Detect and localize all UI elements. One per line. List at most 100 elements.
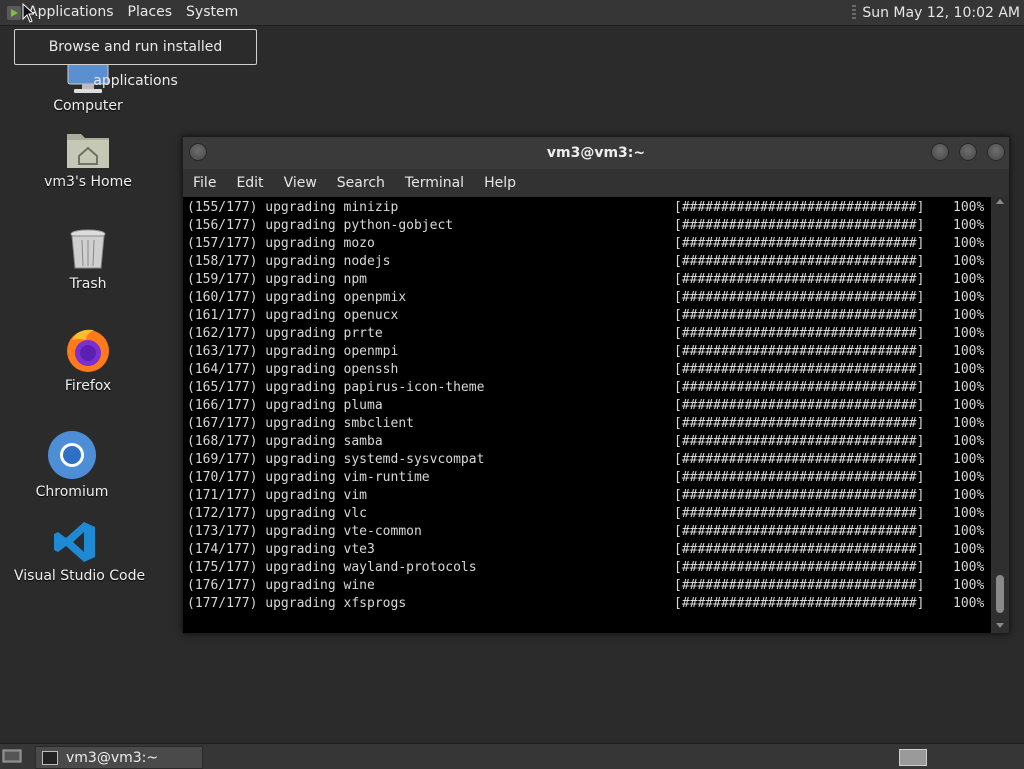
- terminal-line: (175/177) upgrading wayland-protocols [##…: [183, 559, 991, 577]
- terminal-line: (161/177) upgrading openucx [############…: [183, 307, 991, 325]
- terminal-output[interactable]: (155/177) upgrading minizip [############…: [183, 197, 991, 633]
- progress-percent: 100%: [953, 416, 985, 431]
- terminal-line-text: (169/177) upgrading systemd-sysvcompat: [187, 452, 485, 467]
- progress-percent: 100%: [953, 524, 985, 539]
- desktop-icon-chromium[interactable]: Chromium: [26, 430, 118, 500]
- terminal-line-text: (163/177) upgrading openmpi: [187, 344, 399, 359]
- progress-bar-text: [##############################]: [674, 362, 925, 377]
- terminal-window[interactable]: vm3@vm3:~ File Edit View Search Terminal…: [182, 136, 1010, 634]
- terminal-line-text: (159/177) upgrading npm: [187, 272, 368, 287]
- terminal-line: (170/177) upgrading vim-runtime [########…: [183, 469, 991, 487]
- scrollbar-thumb[interactable]: [996, 575, 1004, 613]
- terminal-line-text: (174/177) upgrading vte3: [187, 542, 375, 557]
- taskbar-button-terminal[interactable]: vm3@vm3:~: [35, 746, 203, 769]
- menu-places[interactable]: Places: [121, 0, 180, 25]
- panel-right-area: Sun May 12, 10:02 AM: [846, 0, 1024, 25]
- menu-view[interactable]: View: [274, 175, 327, 191]
- progress-percent: 100%: [953, 596, 985, 611]
- terminal-line: (157/177) upgrading mozo [###############…: [183, 235, 991, 253]
- progress-percent: 100%: [953, 200, 985, 215]
- desktop-icon-vscode[interactable]: Visual Studio Code: [14, 520, 146, 584]
- window-titlebar[interactable]: vm3@vm3:~: [183, 137, 1009, 169]
- scroll-down-icon[interactable]: [996, 623, 1004, 628]
- progress-percent: 100%: [953, 218, 985, 233]
- terminal-line-text: (155/177) upgrading minizip: [187, 200, 399, 215]
- desktop-icon-label: Trash: [69, 276, 107, 292]
- mouse-cursor-icon: [22, 3, 34, 23]
- minimize-icon[interactable]: [931, 143, 949, 161]
- progress-bar-text: [##############################]: [674, 200, 925, 215]
- progress-bar-text: [##############################]: [674, 542, 925, 557]
- home-folder-icon: [42, 128, 134, 170]
- progress-bar-text: [##############################]: [674, 488, 925, 503]
- firefox-icon: [42, 326, 134, 374]
- terminal-line-text: (160/177) upgrading openpmix: [187, 290, 407, 305]
- terminal-line-text: (177/177) upgrading xfsprogs: [187, 596, 407, 611]
- menu-help[interactable]: Help: [474, 175, 526, 191]
- progress-bar-text: [##############################]: [674, 434, 925, 449]
- terminal-line: (163/177) upgrading openmpi [############…: [183, 343, 991, 361]
- close-icon[interactable]: [987, 143, 1005, 161]
- menu-applications[interactable]: Applications: [21, 0, 121, 25]
- desktop-icon-home[interactable]: vm3's Home: [42, 128, 134, 190]
- menu-terminal[interactable]: Terminal: [395, 175, 474, 191]
- terminal-line-text: (164/177) upgrading openssh: [187, 362, 399, 377]
- window-title: vm3@vm3:~: [546, 145, 646, 161]
- progress-bar-text: [##############################]: [674, 326, 925, 341]
- show-desktop-icon[interactable]: [2, 748, 22, 764]
- progress-bar-text: [##############################]: [674, 470, 925, 485]
- workspace-switcher[interactable]: [899, 749, 927, 766]
- terminal-line: (171/177) upgrading vim [################…: [183, 487, 991, 505]
- chromium-icon: [26, 430, 118, 480]
- progress-bar-text: [##############################]: [674, 452, 925, 467]
- trash-icon: [42, 228, 134, 272]
- progress-percent: 100%: [953, 380, 985, 395]
- terminal-line: (174/177) upgrading vte3 [###############…: [183, 541, 991, 559]
- progress-bar-text: [##############################]: [674, 272, 925, 287]
- terminal-line: (160/177) upgrading openpmix [###########…: [183, 289, 991, 307]
- terminal-line-text: (162/177) upgrading prrte: [187, 326, 383, 341]
- menu-file[interactable]: File: [183, 175, 226, 191]
- progress-percent: 100%: [953, 254, 985, 269]
- progress-bar-text: [##############################]: [674, 380, 925, 395]
- progress-percent: 100%: [953, 470, 985, 485]
- desktop-icon-trash[interactable]: Trash: [42, 228, 134, 292]
- terminal-line-text: (157/177) upgrading mozo: [187, 236, 375, 251]
- window-menu-icon[interactable]: [189, 143, 207, 161]
- progress-percent: 100%: [953, 272, 985, 287]
- progress-bar-text: [##############################]: [674, 596, 925, 611]
- maximize-icon[interactable]: [959, 143, 977, 161]
- desktop-icon-label: Chromium: [35, 484, 109, 500]
- scroll-up-icon[interactable]: [996, 199, 1004, 204]
- applications-icon[interactable]: [7, 5, 21, 20]
- progress-percent: 100%: [953, 560, 985, 575]
- progress-bar-text: [##############################]: [674, 560, 925, 575]
- terminal-line-text: (171/177) upgrading vim: [187, 488, 368, 503]
- progress-bar-text: [##############################]: [674, 524, 925, 539]
- terminal-line-text: (165/177) upgrading papirus-icon-theme: [187, 380, 485, 395]
- progress-percent: 100%: [953, 236, 985, 251]
- terminal-line-text: (161/177) upgrading openucx: [187, 308, 399, 323]
- terminal-line-text: (172/177) upgrading vlc: [187, 506, 368, 521]
- terminal-line-text: (175/177) upgrading wayland-protocols: [187, 560, 477, 575]
- terminal-line-text: (158/177) upgrading nodejs: [187, 254, 391, 269]
- vscode-icon: [14, 520, 136, 564]
- menu-search[interactable]: Search: [327, 175, 395, 191]
- clock[interactable]: Sun May 12, 10:02 AM: [856, 5, 1024, 21]
- progress-bar-text: [##############################]: [674, 218, 925, 233]
- desktop-icon-firefox[interactable]: Firefox: [42, 326, 134, 394]
- taskbar-button-label: vm3@vm3:~: [66, 749, 159, 766]
- terminal-line: (169/177) upgrading systemd-sysvcompat [#…: [183, 451, 991, 469]
- terminal-line: (177/177) upgrading xfsprogs [###########…: [183, 595, 991, 613]
- progress-percent: 100%: [953, 578, 985, 593]
- progress-bar-text: [##############################]: [674, 506, 925, 521]
- progress-bar-text: [##############################]: [674, 344, 925, 359]
- progress-percent: 100%: [953, 326, 985, 341]
- menu-edit[interactable]: Edit: [226, 175, 273, 191]
- terminal-scrollbar[interactable]: [993, 197, 1007, 631]
- menu-system[interactable]: System: [179, 0, 245, 25]
- progress-percent: 100%: [953, 344, 985, 359]
- terminal-line: (156/177) upgrading python-gobject [#####…: [183, 217, 991, 235]
- desktop-icon-label: Visual Studio Code: [14, 568, 146, 584]
- tooltip: Browse and run installed applications: [14, 29, 257, 89]
